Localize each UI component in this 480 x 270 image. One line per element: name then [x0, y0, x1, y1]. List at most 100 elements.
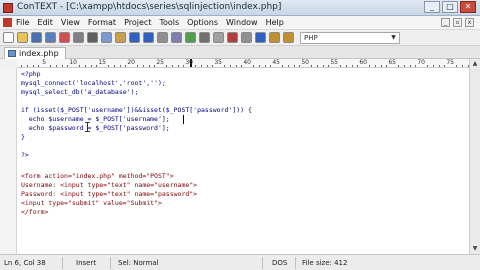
ruler-tick — [79, 65, 80, 67]
code-line-14: Password: <input type="text" name="passw… — [21, 190, 198, 198]
highlighter-select[interactable]: PHP ▼ — [300, 32, 400, 44]
ruler-tick — [224, 65, 225, 67]
redo-icon[interactable] — [143, 32, 154, 43]
doc-restore-button[interactable]: ▫ — [453, 18, 462, 27]
ruler-tick — [299, 65, 301, 67]
scroll-down-arrow-icon[interactable]: ▼ — [471, 245, 479, 253]
ruler-tick — [340, 65, 341, 67]
code-editor[interactable]: <?php mysql_connect('localhost','root','… — [17, 68, 469, 254]
tab-index-php[interactable]: index.php — [4, 47, 66, 59]
ruler-tick — [403, 65, 405, 67]
code-line-13: Username: <input type="text" name="usern… — [21, 181, 198, 189]
menu-view[interactable]: View — [61, 17, 80, 29]
selection-mode: Sel: Normal — [118, 259, 159, 267]
ruler-tick — [432, 65, 434, 67]
ruler-tick — [148, 65, 150, 67]
ruler-label: 50 — [301, 59, 310, 66]
ruler-tick — [287, 65, 289, 67]
file-tabs: index.php — [0, 46, 480, 59]
open-folder-icon[interactable] — [17, 32, 28, 43]
ruler-tick — [200, 65, 202, 67]
ruler-tick — [38, 65, 40, 67]
column-ruler: 5 10 15 20 25 30 35 40 45 50 55 60 65 70 75 — [17, 59, 480, 68]
new-file-icon[interactable] — [3, 32, 14, 43]
ruler-tick — [125, 65, 127, 67]
app-icon — [3, 3, 13, 13]
menu-edit[interactable]: Edit — [37, 17, 53, 29]
menu-tools[interactable]: Tools — [159, 17, 179, 29]
code-line-15: <input type="submit" value="Submit"> — [21, 199, 162, 207]
ruler-tick — [177, 65, 179, 67]
minimize-button[interactable]: _ — [424, 1, 440, 13]
wrap-icon[interactable] — [199, 32, 210, 43]
ruler-tick — [142, 65, 144, 67]
tab-label: index.php — [19, 49, 59, 58]
ruler-tick — [311, 65, 312, 67]
menu-project[interactable]: Project — [124, 17, 151, 29]
ruler-tick — [427, 65, 428, 67]
ruler-tick — [253, 65, 254, 67]
ruler-tick — [316, 65, 318, 67]
code-line-12: <form action="index.php" method="POST"> — [21, 172, 174, 180]
settings-icon[interactable] — [241, 32, 252, 43]
ruler-tick — [456, 65, 457, 67]
title-bar[interactable]: ConTEXT - [C:\xampp\htdocs\series\sqlinj… — [0, 0, 480, 16]
menu-file[interactable]: File — [16, 17, 29, 29]
document-window-controls: _ ▫ x — [441, 18, 474, 27]
ruler-label: 10 — [69, 59, 78, 66]
ruler-tick — [96, 65, 98, 67]
doc-minimize-button[interactable]: _ — [441, 18, 450, 27]
close-button[interactable]: ✕ — [460, 1, 476, 13]
ruler-tick — [212, 65, 214, 67]
vertical-scrollbar[interactable]: ▲ ▼ — [469, 59, 480, 254]
menu-help[interactable]: Help — [266, 17, 284, 29]
help-icon[interactable] — [255, 32, 266, 43]
paste-icon[interactable] — [115, 32, 126, 43]
close-file-icon[interactable] — [59, 32, 70, 43]
save-all-icon[interactable] — [45, 32, 56, 43]
ruler-tick — [264, 65, 266, 67]
ruler-tick — [374, 65, 376, 67]
menu-format[interactable]: Format — [88, 17, 116, 29]
window-controls: _ □ ✕ — [424, 1, 476, 13]
ruler-tick — [61, 65, 63, 67]
save-icon[interactable] — [31, 32, 42, 43]
copy-icon[interactable] — [101, 32, 112, 43]
code-line-3: mysql_select_db('a_database'); — [21, 88, 139, 96]
macro-icon[interactable] — [227, 32, 238, 43]
cut-icon[interactable] — [87, 32, 98, 43]
scroll-up-arrow-icon[interactable]: ▲ — [471, 60, 479, 68]
ruler-label: 30 — [185, 59, 194, 66]
ruler-tick — [67, 65, 69, 67]
document-menu-icon[interactable] — [3, 18, 12, 27]
ruler-label: 75 — [446, 59, 455, 66]
user-exec-icon[interactable] — [185, 32, 196, 43]
ruler-tick — [50, 65, 51, 67]
maximize-button[interactable]: □ — [442, 1, 458, 13]
exec1-icon[interactable] — [269, 32, 280, 43]
ruler-tick — [461, 65, 463, 67]
ruler-tick — [137, 65, 138, 67]
line-gutter — [0, 68, 17, 254]
doc-close-button[interactable]: x — [465, 18, 474, 27]
ruler-tick — [55, 65, 57, 67]
undo-icon[interactable] — [129, 32, 140, 43]
ruler-tick — [258, 65, 260, 67]
replace-icon[interactable] — [171, 32, 182, 43]
ruler-tick — [84, 65, 86, 67]
exec2-icon[interactable] — [283, 32, 294, 43]
menu-options[interactable]: Options — [187, 17, 218, 29]
ruler-tick — [357, 65, 359, 67]
find-icon[interactable] — [157, 32, 168, 43]
menu-bar: File Edit View Format Project Tools Opti… — [0, 16, 480, 30]
print-icon[interactable] — [73, 32, 84, 43]
mouse-ibeam-icon — [85, 122, 90, 132]
menu-window[interactable]: Window — [226, 17, 258, 29]
ruler-label: 60 — [359, 59, 368, 66]
ruler-label: 20 — [127, 59, 136, 66]
highlighter-value: PHP — [304, 34, 318, 42]
tools-icon[interactable] — [213, 32, 224, 43]
file-size: File size: 412 — [302, 259, 348, 267]
ruler-tick — [409, 65, 411, 67]
text-cursor — [183, 115, 184, 124]
